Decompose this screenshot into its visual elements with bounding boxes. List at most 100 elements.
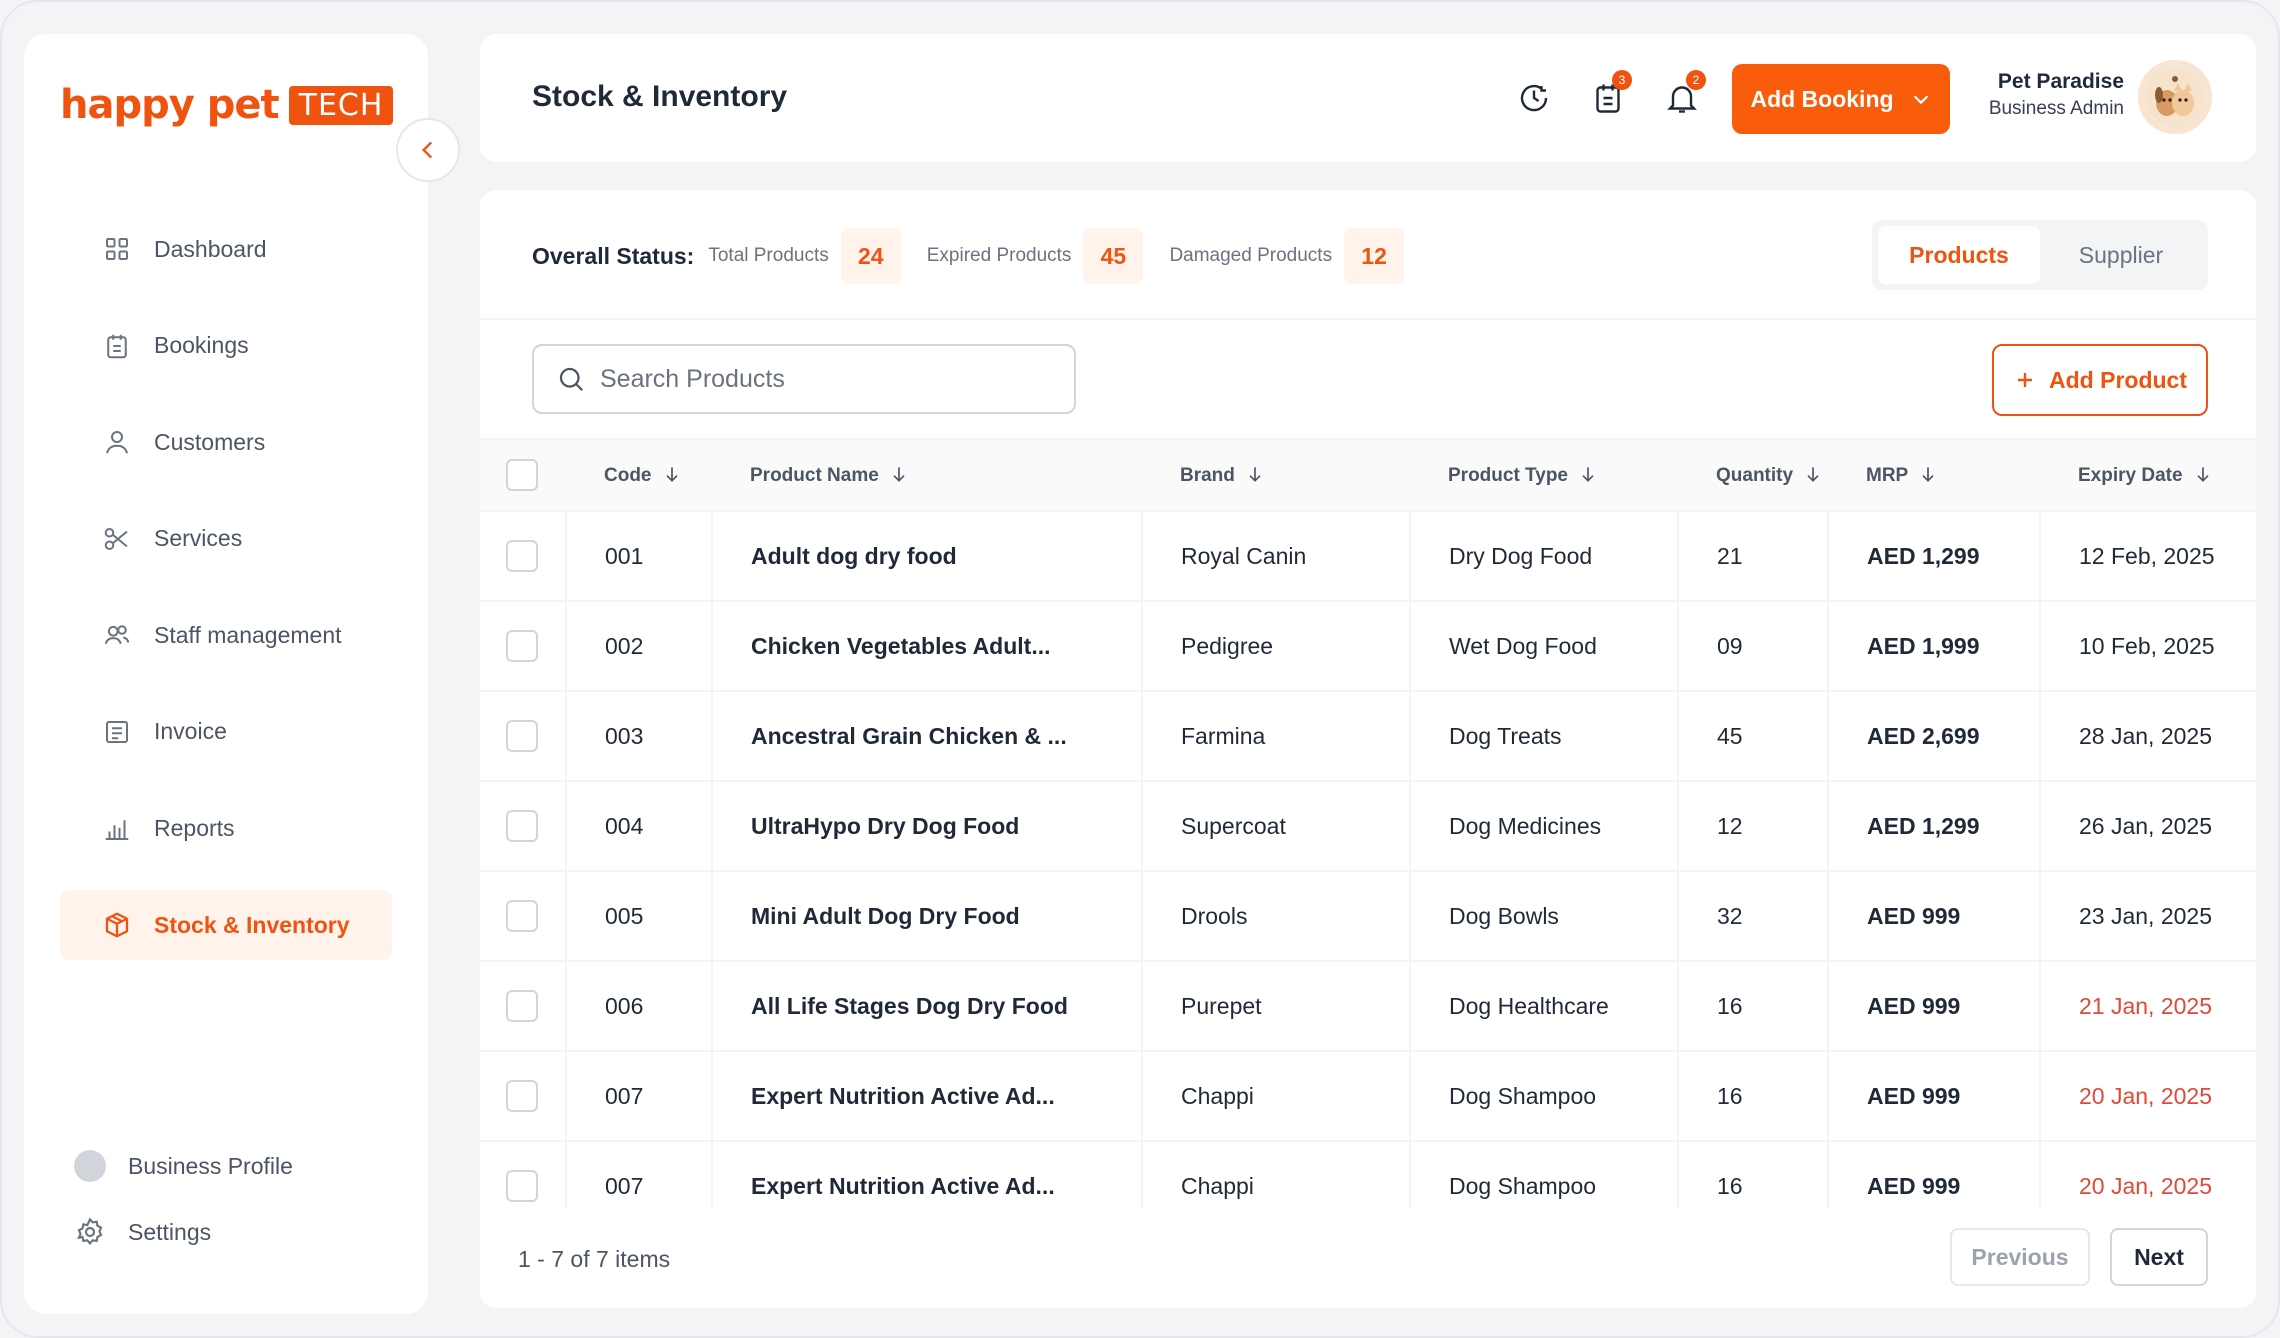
cell-mrp: AED 1,299 <box>1827 781 2040 872</box>
search-box <box>532 344 1076 414</box>
add-product-label: Add Product <box>2049 366 2187 393</box>
sidebar-item-label: Services <box>154 525 243 552</box>
cell-expiry-date: 21 Jan, 2025 <box>2039 961 2256 1052</box>
table-row[interactable]: 004 UltraHypo Dry Dog Food Supercoat Dog… <box>480 781 2256 872</box>
settings-link[interactable]: Settings <box>74 1210 293 1254</box>
column-header-product-name[interactable]: Product Name <box>712 438 1142 512</box>
row-checkbox[interactable] <box>506 990 538 1022</box>
search-input[interactable] <box>600 364 1060 394</box>
products-table: Code Product Name Brand Product Type Qua… <box>480 438 2256 1208</box>
chevron-left-icon <box>421 141 433 159</box>
row-select-cell <box>480 871 566 962</box>
column-header-brand[interactable]: Brand <box>1142 438 1410 512</box>
row-checkbox[interactable] <box>506 1080 538 1112</box>
column-header-label: MRP <box>1866 464 1909 486</box>
pagination-summary: 1 - 7 of 7 items <box>518 1246 671 1272</box>
damaged-products-count: 12 <box>1344 228 1405 284</box>
column-header-expiry-date[interactable]: Expiry Date <box>2040 438 2256 512</box>
cell-product-type: Dog Treats <box>1409 691 1678 782</box>
status-title: Overall Status: <box>532 242 695 269</box>
tasks-badge: 3 <box>1612 70 1632 90</box>
row-checkbox[interactable] <box>506 630 538 662</box>
history-button[interactable] <box>1512 76 1556 120</box>
brand-name: happy pet <box>60 82 280 128</box>
tasks-button[interactable]: 3 <box>1586 70 1632 120</box>
row-select-cell <box>480 1051 566 1142</box>
cell-brand: Pedigree <box>1141 601 1410 692</box>
cell-expiry-date: 23 Jan, 2025 <box>2039 871 2256 962</box>
cell-brand: Chappi <box>1141 1141 1410 1208</box>
column-header-quantity[interactable]: Quantity <box>1678 438 1828 512</box>
cell-quantity: 16 <box>1677 961 1828 1052</box>
sidebar-item-services[interactable]: Services <box>60 504 392 574</box>
sidebar-collapse-button[interactable] <box>396 118 460 182</box>
cell-product-name: Expert Nutrition Active Ad... <box>711 1141 1142 1208</box>
total-products-label: Total Products <box>708 245 829 266</box>
user-name: Pet Paradise <box>1997 70 2124 93</box>
sidebar-item-customers[interactable]: Customers <box>60 407 392 477</box>
sort-arrow-icon <box>665 466 678 482</box>
column-header-code[interactable]: Code <box>566 438 712 512</box>
sidebar-item-invoice[interactable]: Invoice <box>60 697 392 767</box>
table-row[interactable]: 007 Expert Nutrition Active Ad... Chappi… <box>480 1141 2256 1208</box>
column-header-product-type[interactable]: Product Type <box>1410 438 1678 512</box>
sidebar-item-staff-management[interactable]: Staff management <box>60 600 392 670</box>
business-profile-link[interactable]: Business Profile <box>74 1144 293 1188</box>
sort-arrow-icon <box>1249 466 1261 482</box>
gear-icon <box>77 1217 103 1245</box>
user-info[interactable]: Pet Paradise Business Admin <box>1980 70 2124 120</box>
cell-product-name: Expert Nutrition Active Ad... <box>711 1051 1142 1142</box>
cell-mrp: AED 2,699 <box>1827 691 2040 782</box>
sidebar-item-bookings[interactable]: Bookings <box>60 311 392 381</box>
cell-brand: Royal Canin <box>1141 511 1410 602</box>
sidebar-item-label: Stock & Inventory <box>154 911 350 938</box>
row-checkbox[interactable] <box>506 1170 538 1202</box>
table-header-row: Code Product Name Brand Product Type Qua… <box>480 438 2256 512</box>
row-select-cell <box>480 511 566 602</box>
row-checkbox[interactable] <box>506 720 538 752</box>
table-row[interactable]: 003 Ancestral Grain Chicken & ... Farmin… <box>480 691 2256 782</box>
sidebar-item-label: Staff management <box>154 621 342 648</box>
table-row[interactable]: 002 Chicken Vegetables Adult... Pedigree… <box>480 601 2256 692</box>
expired-products-label: Expired Products <box>926 245 1072 266</box>
table-row[interactable]: 001 Adult dog dry food Royal Canin Dry D… <box>480 511 2256 602</box>
sort-arrow-icon <box>1807 466 1819 482</box>
table-row[interactable]: 006 All Life Stages Dog Dry Food Purepet… <box>480 961 2256 1052</box>
previous-page-button[interactable]: Previous <box>1950 1228 2090 1286</box>
row-select-cell <box>480 1141 566 1208</box>
column-header-label: Product Type <box>1448 464 1568 486</box>
column-header-label: Brand <box>1180 464 1235 486</box>
cell-product-name: Mini Adult Dog Dry Food <box>711 871 1142 962</box>
row-checkbox[interactable] <box>506 540 538 572</box>
select-all-checkbox[interactable] <box>506 459 538 491</box>
sidebar: happy pet TECH Dashboard Bookings Custom… <box>24 34 428 1314</box>
row-select-cell <box>480 961 566 1052</box>
sidebar-item-stock-inventory[interactable]: Stock & Inventory <box>60 890 392 961</box>
notifications-button[interactable]: 2 <box>1660 70 1706 120</box>
table-row[interactable]: 007 Expert Nutrition Active Ad... Chappi… <box>480 1051 2256 1142</box>
row-checkbox[interactable] <box>506 810 538 842</box>
user-avatar[interactable] <box>2138 60 2212 134</box>
tab-products[interactable]: Products <box>1878 226 2040 284</box>
tab-supplier[interactable]: Supplier <box>2040 226 2202 284</box>
business-profile-label: Business Profile <box>128 1152 293 1179</box>
cell-mrp: AED 999 <box>1827 871 2040 962</box>
next-page-button[interactable]: Next <box>2110 1228 2208 1286</box>
add-booking-button[interactable]: Add Booking <box>1732 64 1950 134</box>
sidebar-item-dashboard[interactable]: Dashboard <box>60 214 392 284</box>
cell-code: 004 <box>565 781 712 872</box>
table-row[interactable]: 005 Mini Adult Dog Dry Food Drools Dog B… <box>480 871 2256 962</box>
clock-history-icon <box>1520 84 1548 112</box>
sidebar-item-reports[interactable]: Reports <box>60 794 392 864</box>
cell-expiry-date: 20 Jan, 2025 <box>2039 1051 2256 1142</box>
add-product-button[interactable]: Add Product <box>1992 344 2208 416</box>
brand-logo[interactable]: happy pet TECH <box>60 82 394 128</box>
products-table-wrap: Code Product Name Brand Product Type Qua… <box>480 438 2256 1208</box>
search-icon <box>559 367 584 392</box>
cell-expiry-date: 12 Feb, 2025 <box>2039 511 2256 602</box>
sort-arrow-icon <box>1922 466 1934 482</box>
column-header-mrp[interactable]: MRP <box>1828 438 2040 512</box>
cell-quantity: 12 <box>1677 781 1828 872</box>
column-header-label: Product Name <box>750 464 879 486</box>
row-checkbox[interactable] <box>506 900 538 932</box>
